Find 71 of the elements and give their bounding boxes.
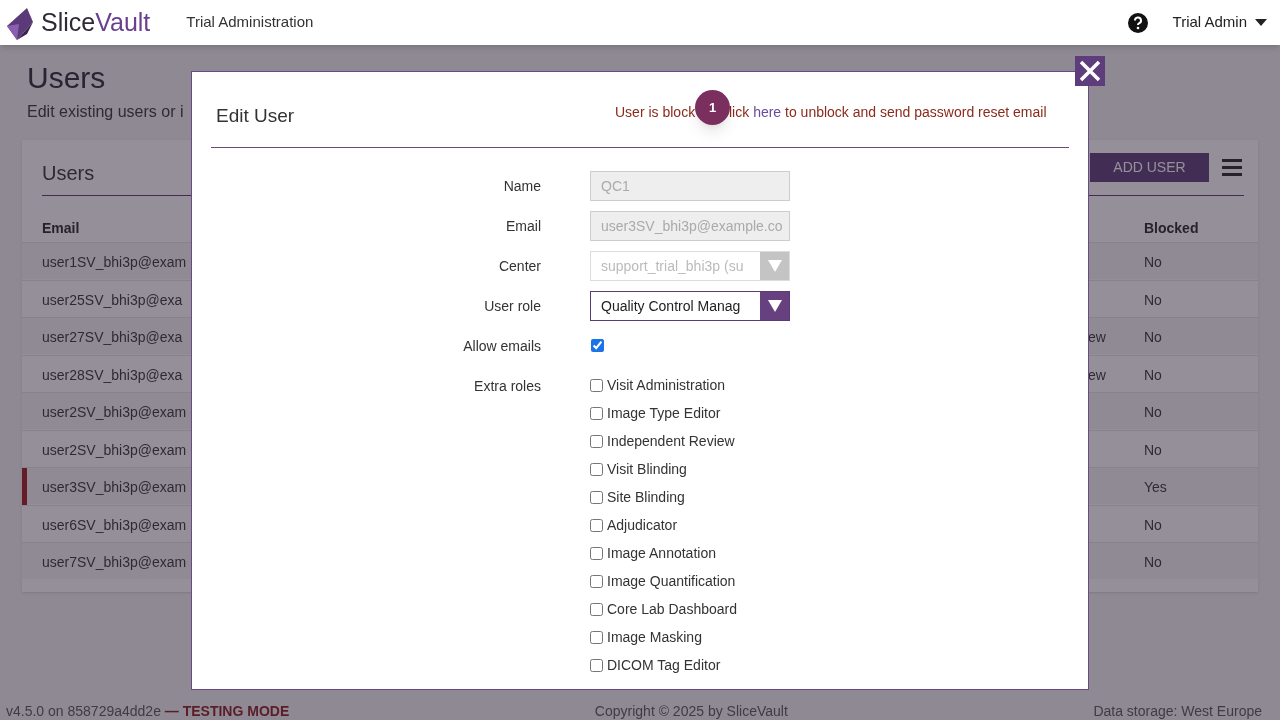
card-title: Users (42, 161, 95, 186)
field-label: Email (505, 217, 541, 236)
field-label: User role (483, 297, 541, 316)
checkbox[interactable] (590, 603, 603, 616)
checkbox[interactable] (590, 463, 603, 476)
logo[interactable]: SliceVault (5, 3, 151, 42)
blocked-notice: User is block (615, 103, 696, 122)
email-cell-text: user25SV_bhi3p@exa (42, 290, 183, 310)
blocked-notice: lick here to unblock and send password reset email (729, 103, 1047, 122)
email-cell-text: user6SV_bhi3p@exam (42, 515, 187, 535)
checkbox[interactable] (590, 435, 603, 448)
column-header: Email (42, 219, 80, 238)
checkbox[interactable] (590, 575, 603, 588)
checkbox-label: Core Lab Dashboard (607, 600, 737, 619)
blocked-cell-text: No (1144, 253, 1162, 272)
field-label: Name (502, 177, 541, 196)
email-cell-text: user7SV_bhi3p@exam (42, 553, 187, 572)
blocked-cell-text: No (1144, 403, 1162, 422)
field-label: Allow emails (462, 337, 541, 356)
field-label: Extra roles (473, 377, 541, 396)
email-cell-text: user1SV_bhi3p@exam (42, 253, 187, 272)
blocked-cell-text: No (1144, 515, 1162, 535)
checkbox[interactable] (590, 407, 603, 420)
table-cell-text: ew (1088, 328, 1106, 347)
checkbox-label: Image Masking (607, 628, 702, 647)
checkbox-label: DICOM Tag Editor (607, 656, 721, 675)
checkbox-label: Image Type Editor (607, 404, 721, 423)
checkbox-label: Independent Review (607, 432, 735, 451)
version-text: v4.5.0 on 858729a4dd2e — TESTING MODE (6, 702, 290, 720)
menu-icon[interactable] (1222, 159, 1242, 176)
nav-link[interactable]: Trial Administration (186, 11, 314, 34)
blocked-cell-text: No (1144, 290, 1162, 310)
page-title: Users (27, 63, 106, 93)
email-cell-text: user2SV_bhi3p@exam (42, 440, 187, 460)
checkbox-label: Image Annotation (607, 544, 716, 563)
email-cell-text: user2SV_bhi3p@exam (42, 403, 187, 422)
help-icon[interactable] (1126, 11, 1149, 34)
field-label: Center (497, 257, 541, 276)
blocked-cell-text: No (1144, 553, 1162, 572)
select-field[interactable]: Quality Control Manag (590, 291, 790, 321)
unblock-link[interactable]: here (753, 104, 782, 120)
checkbox[interactable] (590, 379, 603, 392)
checkbox[interactable] (590, 659, 603, 672)
blocked-cell-text: Yes (1144, 478, 1167, 497)
checkbox[interactable] (591, 339, 604, 352)
blocked-cell-text: No (1144, 440, 1162, 460)
dialog-title: Edit User (216, 104, 295, 128)
email-cell-text: user28SV_bhi3p@exa (42, 365, 183, 385)
email-cell-text: user3SV_bhi3p@exam (42, 478, 187, 497)
checkbox-label: Visit Blinding (607, 460, 687, 479)
checkbox[interactable] (590, 631, 603, 644)
checkbox[interactable] (590, 491, 603, 504)
checkbox[interactable] (590, 547, 603, 560)
copyright-text: Copyright © 2025 by SliceVault (594, 702, 788, 720)
checkbox[interactable] (590, 519, 603, 532)
page-subtitle: Edit existing users or i (27, 102, 184, 122)
add-user-button[interactable]: ADD USER (1090, 153, 1209, 182)
column-header: Blocked (1144, 219, 1199, 238)
checkbox-label: Visit Administration (607, 376, 725, 395)
table-cell-text: ew (1088, 365, 1106, 385)
blocked-cell-text: No (1144, 328, 1162, 347)
checkbox-label: Adjudicator (607, 516, 678, 535)
close-button[interactable] (1075, 56, 1105, 86)
caret-icon (1255, 19, 1267, 26)
blocked-cell-text: No (1144, 365, 1162, 385)
checkbox-label: Site Blinding (607, 488, 685, 507)
storage-text: Data storage: West Europe (1093, 702, 1262, 720)
user-menu[interactable]: Trial Admin (1172, 11, 1267, 34)
checkbox-label: Image Quantification (607, 572, 736, 591)
email-cell-text: user27SV_bhi3p@exa (42, 328, 183, 347)
step-badge: 1 (695, 90, 730, 125)
